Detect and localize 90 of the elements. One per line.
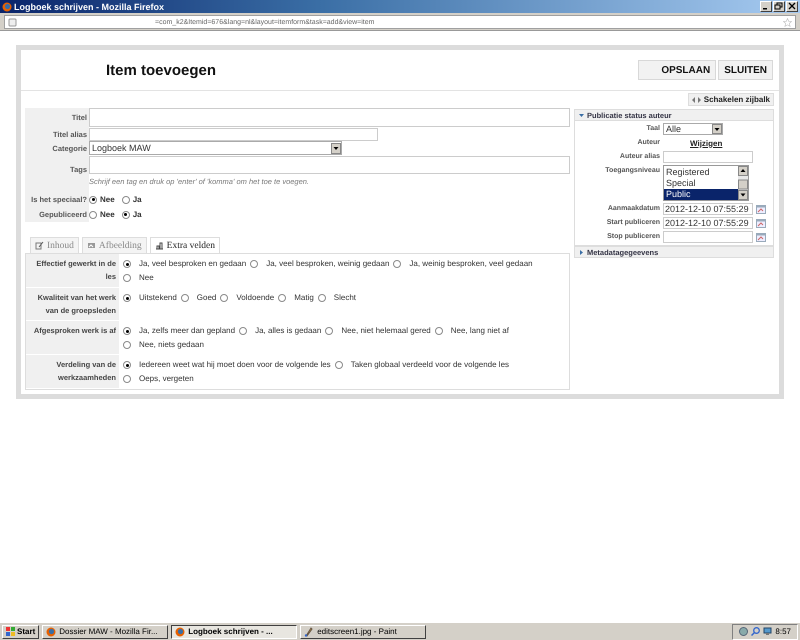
option-label: Voldoende xyxy=(236,292,274,304)
option-label: Oeps, vergeten xyxy=(139,373,194,385)
radio-button[interactable] xyxy=(393,260,402,268)
radio-button[interactable] xyxy=(123,294,131,302)
chart-icon xyxy=(154,241,164,250)
option-label: Ja, veel besproken, weinig gedaan xyxy=(266,258,390,270)
radio-button[interactable] xyxy=(180,294,189,302)
radio-button[interactable] xyxy=(239,327,248,335)
firefox-icon xyxy=(2,2,12,12)
option-label: Goed xyxy=(196,292,216,304)
radio-button[interactable] xyxy=(123,341,131,349)
caret-right-icon xyxy=(579,250,584,254)
radio-button[interactable] xyxy=(123,327,131,335)
list-option[interactable]: Registered xyxy=(664,167,738,178)
alias-field[interactable] xyxy=(89,128,378,140)
radio-button[interactable] xyxy=(123,274,131,282)
taskbar-button[interactable]: editscreen1.jpg - Paint xyxy=(300,624,426,638)
language-select[interactable]: Alle xyxy=(663,123,723,135)
radio-button[interactable] xyxy=(278,294,286,302)
option-label: Taken globaal verdeeld voor de volgende les xyxy=(350,359,510,371)
page-heading: Item toevoegen xyxy=(106,62,218,78)
image-icon xyxy=(86,241,96,250)
radio-button[interactable] xyxy=(123,260,131,268)
list-option[interactable]: Public xyxy=(664,189,738,200)
date-field[interactable]: 2012-12-10 07:55:29 xyxy=(663,217,753,229)
search-icon xyxy=(751,627,760,636)
page-icon xyxy=(8,18,17,26)
radio-button[interactable] xyxy=(89,210,97,218)
author-alias-field[interactable] xyxy=(663,151,753,163)
option-label: Ja, weinig besproken, veel gedaan xyxy=(409,258,533,270)
caret-down-icon xyxy=(579,112,584,118)
option-label: Nee xyxy=(100,195,115,204)
category-select[interactable]: Logboek MAW xyxy=(89,141,342,155)
radio-button[interactable] xyxy=(89,196,97,204)
option-label: Nee, lang niet af xyxy=(450,325,509,337)
clock-text: 8:57 xyxy=(775,627,791,636)
option-label: Nee xyxy=(139,272,154,284)
access-level-list[interactable]: Registered Special Public xyxy=(663,165,749,201)
tab[interactable]: Extra velden xyxy=(150,237,220,253)
tags-field[interactable] xyxy=(89,156,570,174)
option-label: Iedereen weet wat hij moet doen voor de volgende les xyxy=(139,359,331,371)
option-label: Nee, niet helemaal gered xyxy=(341,325,431,337)
option-label: Ja, zelfs meer dan gepland xyxy=(139,325,236,337)
change-link[interactable]: Wijzigen xyxy=(690,138,722,148)
close-button[interactable] xyxy=(786,1,798,12)
title-field[interactable] xyxy=(89,108,570,127)
option-label: Ja xyxy=(132,195,142,204)
firefox-icon xyxy=(46,626,56,636)
restore-button[interactable] xyxy=(773,1,785,12)
option-label: Ja, alles is gedaan xyxy=(255,325,322,337)
radio-button[interactable] xyxy=(122,210,130,218)
date-field[interactable] xyxy=(663,231,753,243)
option-label: Ja xyxy=(132,210,142,219)
start-button[interactable]: Start xyxy=(2,624,40,638)
arrows-icon xyxy=(692,96,701,102)
option-label: Slecht xyxy=(334,292,356,304)
calendar-icon[interactable] xyxy=(756,218,766,228)
radio-button[interactable] xyxy=(123,375,131,383)
taskbar-button[interactable]: Dossier MAW - Mozilla Fir... xyxy=(42,624,168,638)
shield-icon xyxy=(739,627,748,636)
radio-button[interactable] xyxy=(318,294,326,302)
minimize-button[interactable] xyxy=(760,1,772,12)
option-label: Matig xyxy=(294,292,314,304)
brush-icon xyxy=(304,626,314,636)
option-label: Ja, veel besproken en gedaan xyxy=(139,258,246,270)
network-icon xyxy=(763,627,772,636)
calendar-icon[interactable] xyxy=(756,204,766,214)
scrollbar-icon xyxy=(738,166,748,200)
radio-button[interactable] xyxy=(122,196,130,204)
toggle-sidebar-button[interactable]: Schakelen zijbalk xyxy=(688,93,774,106)
star-icon[interactable] xyxy=(783,18,792,26)
radio-button[interactable] xyxy=(334,361,343,369)
windows-logo-icon xyxy=(6,627,15,636)
save-button[interactable]: OPSLAAN xyxy=(638,60,716,80)
firefox-icon xyxy=(175,626,186,636)
close-button[interactable]: SLUITEN xyxy=(718,60,773,80)
option-label: Uitstekend xyxy=(139,292,177,304)
option-label: Nee xyxy=(100,210,115,219)
option-label: Nee, niets gedaan xyxy=(139,339,204,351)
radio-button[interactable] xyxy=(123,361,131,369)
date-field[interactable]: 2012-12-10 07:55:29 xyxy=(663,203,753,215)
taskbar-button[interactable]: Logboek schrijven - ... xyxy=(171,624,298,638)
list-option[interactable]: Special xyxy=(664,178,738,189)
radio-button[interactable] xyxy=(434,327,443,335)
calendar-icon[interactable] xyxy=(756,232,766,242)
radio-button[interactable] xyxy=(220,294,228,302)
edit-icon xyxy=(35,241,44,250)
radio-button[interactable] xyxy=(250,260,258,268)
window-title: Logboek schrijven - Mozilla Firefox xyxy=(14,2,166,12)
radio-button[interactable] xyxy=(325,327,334,335)
